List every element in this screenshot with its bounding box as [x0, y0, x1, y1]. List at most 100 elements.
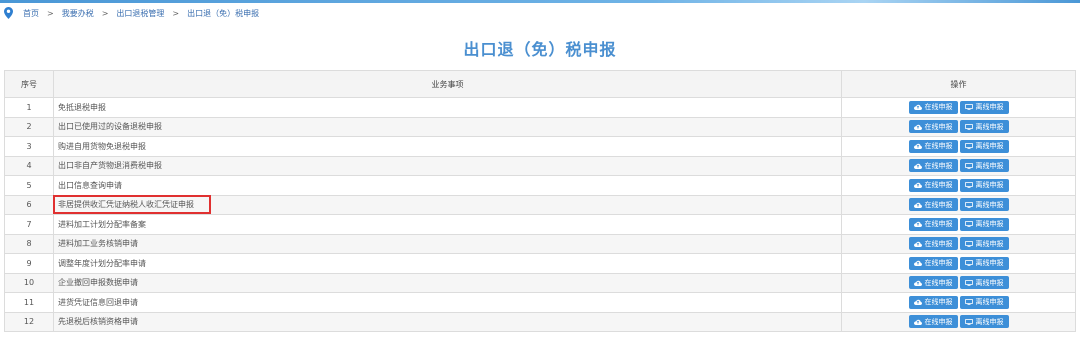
breadcrumb-home[interactable]: 首页 — [23, 8, 39, 19]
online-declare-button[interactable]: 在线申报 — [908, 315, 958, 329]
offline-declare-button[interactable]: 离线申报 — [959, 178, 1009, 192]
online-declare-label: 在线申报 — [924, 161, 953, 170]
location-pin-icon — [4, 7, 13, 19]
online-declare-label: 在线申报 — [924, 220, 953, 229]
offline-declare-label: 离线申报 — [975, 259, 1004, 268]
offline-declare-button[interactable]: 离线申报 — [959, 139, 1009, 153]
offline-declare-button[interactable]: 离线申报 — [959, 237, 1009, 251]
row-seq: 7 — [4, 214, 54, 235]
cloud-upload-icon — [913, 299, 925, 306]
offline-declare-button[interactable]: 离线申报 — [959, 100, 1009, 114]
table-row: 3 购进自用货物免退税申报 在线申报 离线申报 — [4, 136, 1076, 157]
row-seq: 9 — [4, 253, 54, 274]
offline-declare-label: 离线申报 — [975, 103, 1004, 112]
offline-declare-label: 离线申报 — [975, 220, 1004, 229]
offline-declare-label: 离线申报 — [975, 181, 1004, 190]
monitor-icon — [964, 240, 976, 247]
online-declare-button[interactable]: 在线申报 — [908, 178, 958, 192]
offline-declare-label: 离线申报 — [975, 278, 1004, 287]
offline-declare-label: 离线申报 — [975, 317, 1004, 326]
header-ops: 操作 — [841, 70, 1076, 98]
row-item-name: 先退税后核销资格申请 — [53, 311, 842, 332]
online-declare-button[interactable]: 在线申报 — [908, 237, 958, 251]
table-row: 11 进货凭证信息回退申请 在线申报 离线申报 — [4, 292, 1076, 313]
cloud-upload-icon — [913, 319, 925, 325]
online-declare-button[interactable]: 在线申报 — [908, 159, 958, 173]
offline-declare-button[interactable]: 离线申报 — [959, 198, 1009, 212]
row-seq: 10 — [4, 272, 54, 293]
offline-declare-button[interactable]: 离线申报 — [959, 276, 1009, 290]
offline-declare-button[interactable]: 离线申报 — [959, 315, 1009, 329]
online-declare-button[interactable]: 在线申报 — [908, 295, 958, 309]
row-actions: 在线申报 离线申报 — [841, 311, 1076, 332]
online-declare-label: 在线申报 — [924, 103, 953, 112]
breadcrumb-current: 出口退（免）税申报 — [187, 8, 260, 18]
row-actions: 在线申报 离线申报 — [841, 214, 1076, 235]
declaration-table: 序号 业务事项 操作 1 免抵退税申报 在线申报 离线申报 2 出口已使用过的设备退税申报… — [4, 70, 1076, 332]
breadcrumb-tax-services[interactable]: 我要办税 — [62, 8, 94, 19]
monitor-icon — [964, 318, 976, 325]
offline-declare-button[interactable]: 离线申报 — [959, 217, 1009, 231]
cloud-upload-icon — [913, 260, 925, 267]
breadcrumb-export-refund-mgmt[interactable]: 出口退税管理 — [116, 8, 164, 19]
row-actions: 在线申报 离线申报 — [841, 116, 1076, 137]
offline-declare-button[interactable]: 离线申报 — [959, 120, 1009, 134]
row-actions: 在线申报 离线申报 — [841, 97, 1076, 118]
row-item-name: 调整年度计划分配率申请 — [53, 253, 842, 274]
breadcrumb-separator: > — [101, 8, 109, 18]
online-declare-label: 在线申报 — [924, 122, 953, 131]
cloud-upload-icon — [913, 280, 925, 286]
table-row: 1 免抵退税申报 在线申报 离线申报 — [4, 97, 1076, 118]
online-declare-button[interactable]: 在线申报 — [908, 120, 958, 134]
offline-declare-button[interactable]: 离线申报 — [959, 256, 1009, 270]
breadcrumb: 首页 > 我要办税 > 出口退税管理 > 出口退（免）税申报 — [4, 4, 259, 22]
online-declare-label: 在线申报 — [924, 278, 953, 287]
monitor-icon — [964, 104, 976, 111]
row-actions: 在线申报 离线申报 — [841, 136, 1076, 157]
table-row: 5 出口信息查询申请 在线申报 离线申报 — [4, 175, 1076, 196]
row-seq: 12 — [4, 311, 54, 332]
row-seq: 4 — [4, 155, 54, 176]
row-seq: 11 — [4, 292, 54, 313]
offline-declare-label: 离线申报 — [975, 161, 1004, 170]
table-row: 12 先退税后核销资格申请 在线申报 离线申报 — [4, 311, 1076, 332]
cloud-upload-icon — [913, 163, 925, 169]
cloud-upload-icon — [913, 124, 925, 130]
row-seq: 3 — [4, 136, 54, 157]
row-item-name: 进料加工业务核销申请 — [53, 233, 842, 254]
offline-declare-button[interactable]: 离线申报 — [959, 159, 1009, 173]
online-declare-button[interactable]: 在线申报 — [908, 256, 958, 270]
cloud-upload-icon — [913, 182, 925, 189]
online-declare-label: 在线申报 — [924, 142, 953, 151]
monitor-icon — [964, 299, 976, 306]
row-item-name: 进货凭证信息回退申请 — [53, 292, 842, 313]
row-actions: 在线申报 离线申报 — [841, 175, 1076, 196]
online-declare-button[interactable]: 在线申报 — [908, 139, 958, 153]
monitor-icon — [964, 123, 976, 130]
table-row: 9 调整年度计划分配率申请 在线申报 离线申报 — [4, 253, 1076, 274]
row-actions: 在线申报 离线申报 — [841, 272, 1076, 293]
monitor-icon — [964, 162, 976, 169]
row-item-name: 免抵退税申报 — [53, 97, 842, 118]
online-declare-label: 在线申报 — [924, 200, 953, 209]
offline-declare-label: 离线申报 — [975, 200, 1004, 209]
online-declare-label: 在线申报 — [924, 298, 953, 307]
row-seq: 5 — [4, 175, 54, 196]
online-declare-button[interactable]: 在线申报 — [908, 217, 958, 231]
online-declare-label: 在线申报 — [924, 239, 953, 248]
online-declare-button[interactable]: 在线申报 — [908, 198, 958, 212]
row-actions: 在线申报 离线申报 — [841, 253, 1076, 274]
row-item-name: 进料加工计划分配率备案 — [53, 214, 842, 235]
monitor-icon — [964, 221, 976, 228]
monitor-icon — [964, 182, 976, 189]
offline-declare-button[interactable]: 离线申报 — [959, 295, 1009, 309]
online-declare-label: 在线申报 — [924, 181, 953, 190]
online-declare-button[interactable]: 在线申报 — [908, 100, 958, 114]
row-item-name: 企业撤回申报数据申请 — [53, 272, 842, 293]
online-declare-button[interactable]: 在线申报 — [908, 276, 958, 290]
monitor-icon — [964, 260, 976, 267]
row-seq: 2 — [4, 116, 54, 137]
table-row: 8 进料加工业务核销申请 在线申报 离线申报 — [4, 233, 1076, 254]
table-row: 6 非居提供收汇凭证纳税人收汇凭证申报 在线申报 离线申报 — [4, 194, 1076, 215]
table-header-row: 序号 业务事项 操作 — [4, 70, 1076, 98]
